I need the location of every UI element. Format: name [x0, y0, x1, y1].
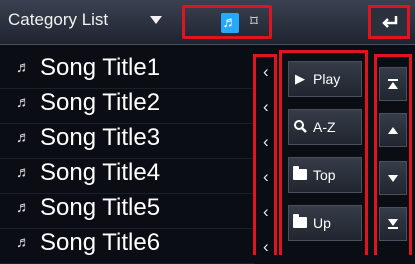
scroll-bottom-icon — [388, 219, 398, 229]
song-title: Song Title4 — [40, 159, 161, 186]
scroll-down-icon — [388, 175, 398, 182]
play-button[interactable]: ▶ Play — [288, 61, 362, 97]
list-item[interactable]: ♬ Song Title1 — [0, 50, 255, 89]
song-list: ♬ Song Title1 ♬ Song Title2 ♬ Song Title… — [0, 50, 255, 264]
chevron-left-icon[interactable]: ‹ — [263, 168, 269, 185]
top-button-label: Top — [313, 167, 336, 183]
play-button-label: Play — [313, 71, 341, 87]
folder-icon — [293, 166, 307, 180]
music-note-icon: ♬ — [16, 59, 31, 76]
item-detail-column: ‹ ‹ ‹ ‹ ‹ ‹ — [253, 54, 277, 255]
song-title: Song Title5 — [40, 194, 161, 221]
a-z-button[interactable]: A-Z — [288, 109, 362, 145]
back-button[interactable] — [368, 5, 410, 39]
scroll-top-button[interactable] — [379, 67, 407, 101]
list-item[interactable]: ♬ Song Title4 — [0, 155, 255, 194]
category-list-title[interactable]: Category List — [8, 10, 108, 30]
music-note-icon: ♬ — [16, 199, 31, 216]
song-title: Song Title1 — [40, 54, 161, 81]
scroll-up-icon — [388, 127, 398, 134]
list-item[interactable]: ♬ Song Title6 — [0, 225, 255, 264]
folder-icon — [293, 214, 307, 228]
search-icon — [293, 119, 307, 135]
music-note-icon: ♬ — [16, 129, 31, 146]
media-mode-selector: ♬ ⌑ — [182, 5, 272, 39]
music-note-icon: ♬ — [16, 94, 31, 111]
chevron-left-icon[interactable]: ‹ — [263, 238, 269, 255]
top-button[interactable]: Top — [288, 157, 362, 193]
chevron-down-icon[interactable] — [150, 16, 162, 24]
scroll-up-button[interactable] — [379, 113, 407, 147]
chevron-left-icon[interactable]: ‹ — [263, 63, 269, 80]
song-title: Song Title3 — [40, 124, 161, 151]
list-item[interactable]: ♬ Song Title2 — [0, 85, 255, 124]
video-icon[interactable]: ⌑ — [247, 14, 261, 30]
up-button-label: Up — [313, 215, 331, 231]
action-panel: ▶ Play A-Z Top Up — [279, 50, 368, 255]
list-item[interactable]: ♬ Song Title3 — [0, 120, 255, 159]
a-z-button-label: A-Z — [313, 119, 336, 135]
music-note-icon: ♬ — [16, 164, 31, 181]
scroll-top-icon — [388, 79, 398, 89]
scroll-bottom-button[interactable] — [379, 207, 407, 241]
chevron-left-icon[interactable]: ‹ — [263, 133, 269, 150]
music-note-icon: ♬ — [16, 234, 31, 251]
list-item[interactable]: ♬ Song Title5 — [0, 190, 255, 229]
header-bar: Category List ♬ ⌑ — [0, 0, 415, 45]
song-title: Song Title2 — [40, 89, 161, 116]
music-icon[interactable]: ♬ — [221, 13, 239, 33]
scroll-down-button[interactable] — [379, 161, 407, 195]
scroll-control-panel — [374, 54, 412, 255]
song-title: Song Title6 — [40, 229, 161, 256]
play-icon: ▶ — [295, 71, 305, 86]
chevron-left-icon[interactable]: ‹ — [263, 98, 269, 115]
return-arrow-icon — [382, 16, 398, 28]
chevron-left-icon[interactable]: ‹ — [263, 203, 269, 220]
up-button[interactable]: Up — [288, 205, 362, 241]
